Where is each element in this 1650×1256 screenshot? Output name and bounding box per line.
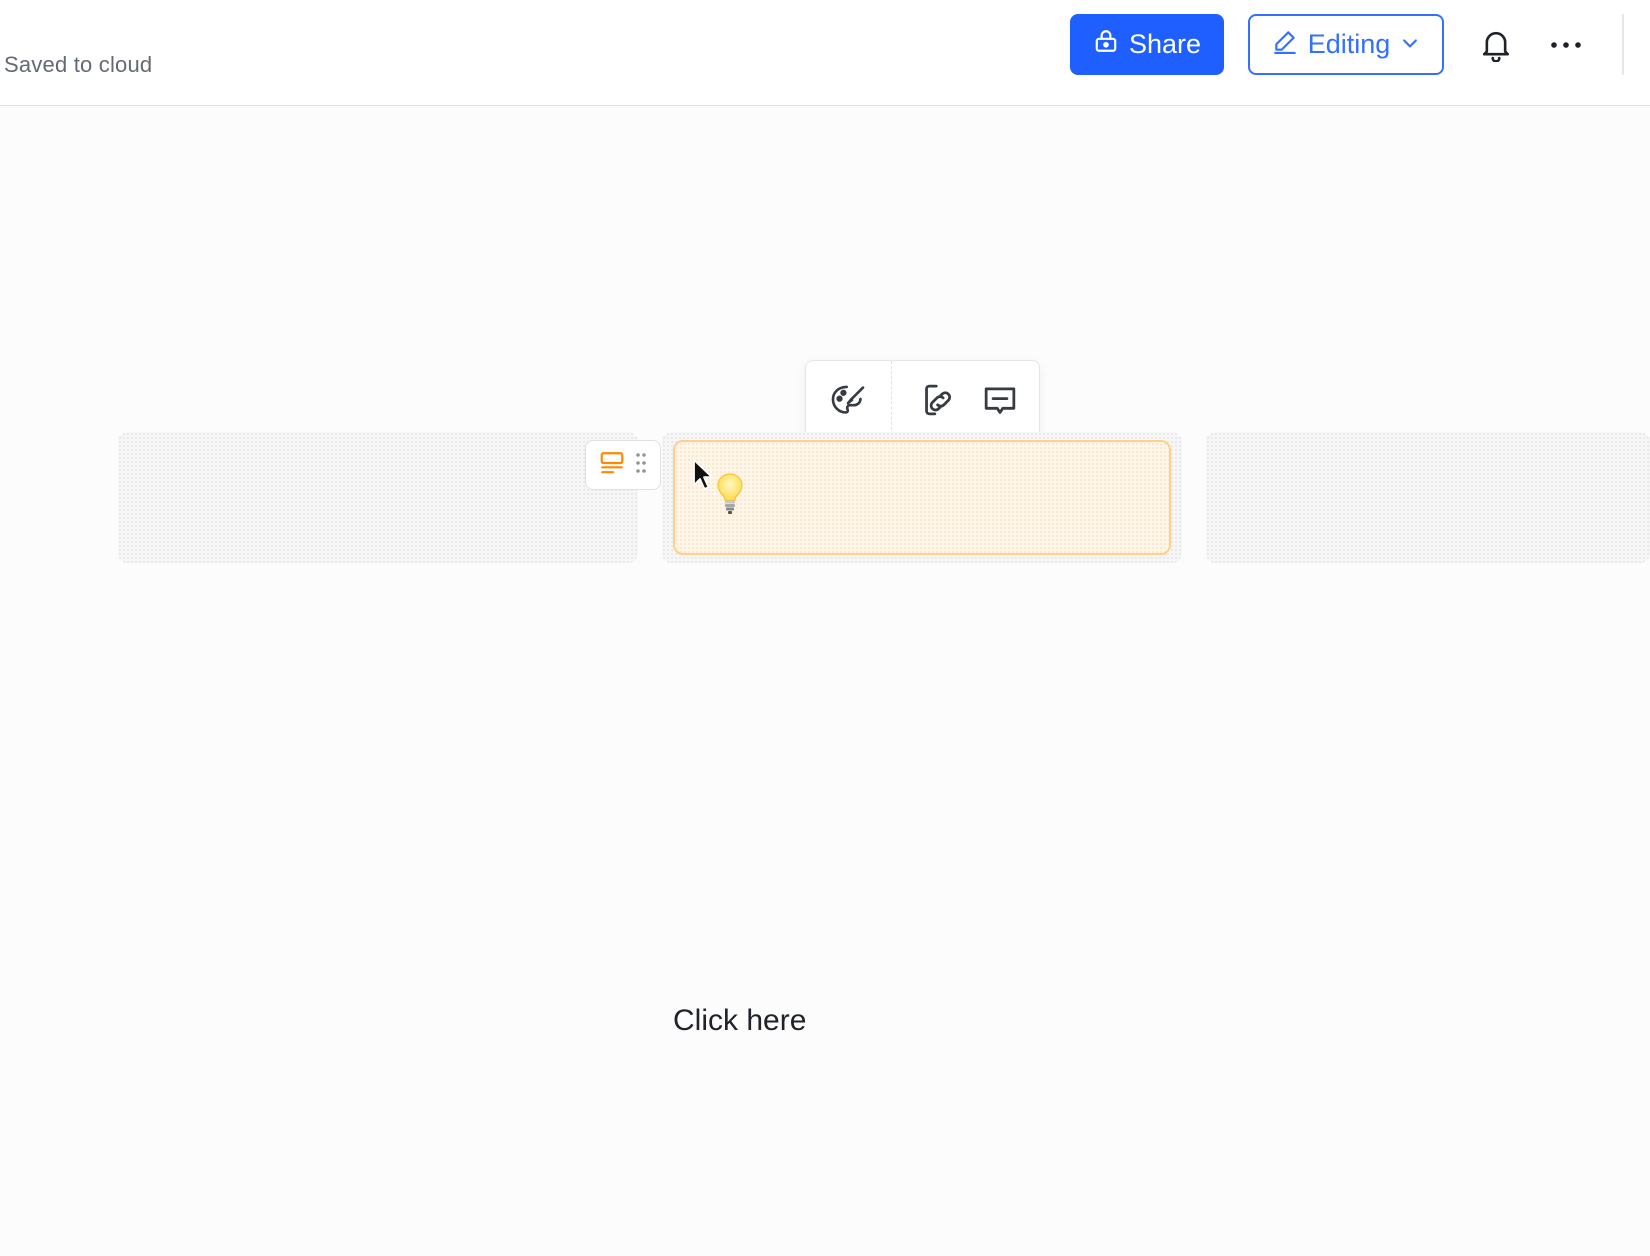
link-icon[interactable] — [918, 379, 960, 421]
chevron-down-icon — [1400, 29, 1420, 60]
placeholder-block-right — [1206, 432, 1650, 563]
share-button[interactable]: Share — [1070, 14, 1224, 75]
share-label: Share — [1128, 29, 1202, 59]
drag-handle-icon[interactable] — [635, 451, 647, 480]
click-here-hint: Click here — [673, 1004, 807, 1037]
notification-bell-icon[interactable] — [1478, 26, 1514, 64]
palette-icon[interactable] — [827, 379, 869, 421]
editing-mode-button[interactable]: Editing — [1248, 14, 1444, 75]
block-toolbar — [805, 360, 1040, 440]
toolbar-separator — [891, 361, 892, 440]
callout-block-icon — [599, 450, 625, 481]
callout-block[interactable] — [673, 440, 1171, 555]
editing-label: Editing — [1307, 29, 1391, 59]
block-handle[interactable] — [585, 440, 661, 490]
comment-icon[interactable] — [979, 379, 1021, 421]
lock-icon — [1093, 28, 1119, 61]
bulb-icon[interactable] — [715, 472, 745, 516]
top-bar: Saved to cloud Share Editing — [0, 0, 1650, 106]
saved-status: Saved to cloud — [4, 52, 153, 77]
more-options-icon[interactable] — [1546, 26, 1586, 64]
header-divider — [1622, 14, 1624, 75]
placeholder-block-left — [118, 432, 638, 563]
pencil-icon — [1272, 28, 1298, 61]
